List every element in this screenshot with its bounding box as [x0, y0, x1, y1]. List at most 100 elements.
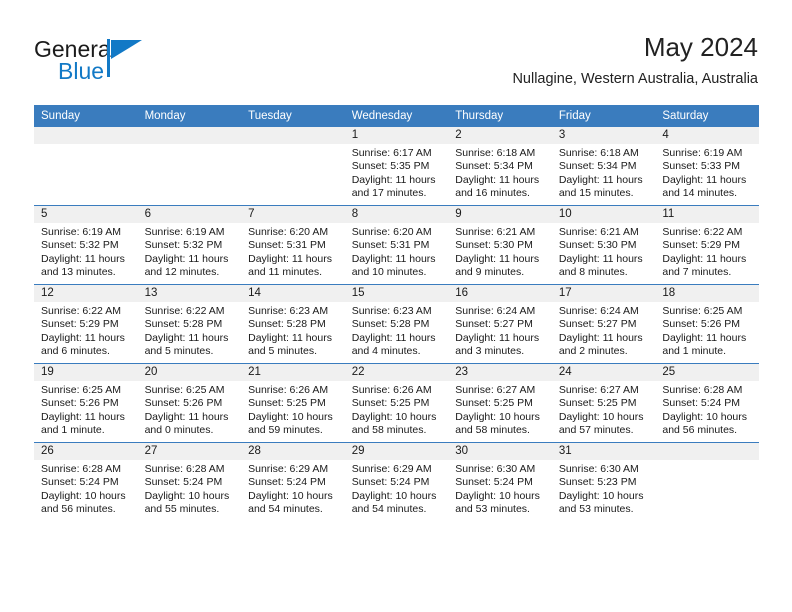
daylight-text-cont: and 55 minutes. [144, 503, 220, 516]
calendar-day-cell[interactable]: 19 Sunrise: 6:25 AM Sunset: 5:26 PM Dayligh… [34, 363, 138, 443]
day-details: Sunrise: 6:29 AM Sunset: 5:24 PM Daylight:… [241, 460, 345, 517]
daylight-text: Daylight: 11 hours [351, 331, 436, 344]
page-title: May 2024 [643, 32, 758, 62]
day-details: Sunrise: 6:20 AM Sunset: 5:31 PM Daylight:… [241, 223, 345, 280]
sunset-text: Sunset: 5:25 PM [248, 397, 326, 410]
calendar-day-cell[interactable]: 7 Sunrise: 6:20 AM Sunset: 5:31 PM Daylight… [241, 205, 345, 285]
daylight-text: Daylight: 11 hours [662, 252, 747, 265]
column-header-monday: Monday [137, 105, 242, 127]
sunset-text: Sunset: 5:27 PM [455, 318, 533, 331]
sunrise-text: Sunrise: 6:27 AM [558, 384, 639, 396]
sunrise-text: Sunrise: 6:26 AM [351, 384, 432, 396]
calendar-body: 1 Sunrise: 6:17 AM Sunset: 5:35 PM Daylight… [34, 127, 759, 521]
daylight-text: Daylight: 11 hours [248, 252, 332, 265]
sunset-text: Sunset: 5:28 PM [351, 318, 430, 331]
day-cell-inner: 31 Sunrise: 6:30 AM Sunset: 5:23 PM Dayligh… [551, 443, 656, 521]
daylight-text: Daylight: 11 hours [558, 331, 643, 344]
daylight-text-cont: and 58 minutes. [351, 424, 427, 437]
sunset-text: Sunset: 5:24 PM [662, 397, 741, 410]
calendar-day-cell[interactable]: 26 Sunrise: 6:28 AM Sunset: 5:24 PM Dayligh… [34, 442, 138, 521]
calendar-day-cell[interactable]: 18 Sunrise: 6:25 AM Sunset: 5:26 PM Dayligh… [655, 284, 759, 364]
day-cell-inner: 10 Sunrise: 6:21 AM Sunset: 5:30 PM Dayligh… [551, 206, 656, 284]
day-cell-inner: 7 Sunrise: 6:20 AM Sunset: 5:31 PM Daylight… [241, 206, 345, 284]
day-cell-inner: 14 Sunrise: 6:23 AM Sunset: 5:28 PM Dayligh… [241, 285, 345, 363]
daylight-text: Daylight: 11 hours [662, 331, 747, 344]
daylight-text-cont: and 0 minutes. [144, 424, 214, 437]
daylight-text: Daylight: 10 hours [558, 410, 644, 423]
daylight-text-cont: and 5 minutes. [144, 345, 214, 358]
daylight-text-cont: and 5 minutes. [248, 345, 318, 358]
sunrise-text: Sunrise: 6:29 AM [351, 463, 432, 475]
daylight-text: Daylight: 11 hours [558, 252, 643, 265]
calendar-week-row: 1 Sunrise: 6:17 AM Sunset: 5:35 PM Daylight… [34, 127, 759, 206]
calendar-day-cell[interactable]: 22 Sunrise: 6:26 AM Sunset: 5:25 PM Dayligh… [344, 363, 449, 443]
calendar-day-cell[interactable]: 1 Sunrise: 6:17 AM Sunset: 5:35 PM Daylight… [344, 127, 449, 206]
calendar-day-cell[interactable]: 12 Sunrise: 6:22 AM Sunset: 5:29 PM Dayligh… [34, 284, 138, 364]
day-cell-inner: 1 Sunrise: 6:17 AM Sunset: 5:35 PM Daylight… [344, 127, 449, 205]
day-number: 18 [655, 285, 759, 302]
calendar-day-cell[interactable]: 25 Sunrise: 6:28 AM Sunset: 5:24 PM Dayligh… [655, 363, 759, 443]
calendar-day-cell[interactable]: 8 Sunrise: 6:20 AM Sunset: 5:31 PM Daylight… [344, 205, 449, 285]
calendar-day-cell[interactable]: 9 Sunrise: 6:21 AM Sunset: 5:30 PM Daylight… [448, 205, 552, 285]
day-details: Sunrise: 6:18 AM Sunset: 5:34 PM Daylight:… [448, 144, 552, 201]
calendar-day-cell[interactable]: 6 Sunrise: 6:19 AM Sunset: 5:32 PM Daylight… [137, 205, 242, 285]
daylight-text: Daylight: 11 hours [662, 173, 747, 186]
daylight-text: Daylight: 11 hours [41, 252, 125, 265]
calendar-day-cell[interactable]: 2 Sunrise: 6:18 AM Sunset: 5:34 PM Daylight… [448, 127, 552, 206]
sunset-text: Sunset: 5:29 PM [662, 239, 741, 252]
day-number: 1 [344, 127, 449, 144]
calendar-day-cell[interactable]: 10 Sunrise: 6:21 AM Sunset: 5:30 PM Dayligh… [551, 205, 656, 285]
daylight-text-cont: and 1 minute. [41, 424, 105, 437]
daylight-text-cont: and 57 minutes. [558, 424, 634, 437]
calendar-day-cell[interactable]: 17 Sunrise: 6:24 AM Sunset: 5:27 PM Dayligh… [551, 284, 656, 364]
calendar-day-cell[interactable]: 23 Sunrise: 6:27 AM Sunset: 5:25 PM Dayligh… [448, 363, 552, 443]
daylight-text-cont: and 2 minutes. [558, 345, 628, 358]
calendar-day-cell[interactable]: 16 Sunrise: 6:24 AM Sunset: 5:27 PM Dayligh… [448, 284, 552, 364]
daylight-text-cont: and 17 minutes. [351, 187, 427, 200]
day-details: Sunrise: 6:30 AM Sunset: 5:24 PM Daylight:… [448, 460, 552, 517]
day-number: 2 [448, 127, 552, 144]
day-number: 21 [241, 364, 345, 381]
sunset-text: Sunset: 5:24 PM [144, 476, 223, 489]
brand-logo[interactable]: General Blue [34, 36, 254, 92]
calendar-day-cell[interactable]: 21 Sunrise: 6:26 AM Sunset: 5:25 PM Dayligh… [241, 363, 345, 443]
day-details: Sunrise: 6:19 AM Sunset: 5:33 PM Daylight:… [655, 144, 759, 201]
daylight-text: Daylight: 10 hours [248, 410, 333, 423]
calendar-day-cell[interactable]: 14 Sunrise: 6:23 AM Sunset: 5:28 PM Dayligh… [241, 284, 345, 364]
calendar-day-cell[interactable]: 29 Sunrise: 6:29 AM Sunset: 5:24 PM Dayligh… [344, 442, 449, 521]
daylight-text-cont: and 6 minutes. [41, 345, 110, 358]
calendar-day-cell[interactable]: 27 Sunrise: 6:28 AM Sunset: 5:24 PM Dayligh… [137, 442, 242, 521]
daylight-text-cont: and 53 minutes. [455, 503, 530, 516]
sunrise-text: Sunrise: 6:23 AM [248, 305, 329, 317]
sunrise-text: Sunrise: 6:18 AM [455, 147, 536, 159]
brand-bar-icon [107, 39, 110, 77]
sunrise-text: Sunrise: 6:20 AM [351, 226, 432, 238]
day-details: Sunrise: 6:20 AM Sunset: 5:31 PM Daylight:… [345, 223, 449, 280]
sunrise-text: Sunrise: 6:23 AM [351, 305, 432, 317]
calendar-day-cell[interactable]: 24 Sunrise: 6:27 AM Sunset: 5:25 PM Dayligh… [551, 363, 656, 443]
day-cell-inner: 20 Sunrise: 6:25 AM Sunset: 5:26 PM Dayligh… [137, 364, 242, 442]
calendar-day-cell[interactable]: 5 Sunrise: 6:19 AM Sunset: 5:32 PM Daylight… [34, 205, 138, 285]
sunset-text: Sunset: 5:24 PM [248, 476, 326, 489]
calendar-day-cell[interactable]: 30 Sunrise: 6:30 AM Sunset: 5:24 PM Dayligh… [448, 442, 552, 521]
calendar-day-cell[interactable]: 20 Sunrise: 6:25 AM Sunset: 5:26 PM Dayligh… [137, 363, 242, 443]
daylight-text-cont: and 7 minutes. [662, 266, 732, 279]
daylight-text-cont: and 59 minutes. [248, 424, 323, 437]
calendar-day-cell[interactable]: 11 Sunrise: 6:22 AM Sunset: 5:29 PM Dayligh… [655, 205, 759, 285]
day-details: Sunrise: 6:27 AM Sunset: 5:25 PM Daylight:… [552, 381, 656, 438]
calendar-day-cell[interactable]: 4 Sunrise: 6:19 AM Sunset: 5:33 PM Daylight… [655, 127, 759, 206]
daylight-text-cont: and 53 minutes. [558, 503, 634, 516]
calendar-day-cell[interactable]: 28 Sunrise: 6:29 AM Sunset: 5:24 PM Dayligh… [241, 442, 345, 521]
day-details: Sunrise: 6:29 AM Sunset: 5:24 PM Daylight:… [345, 460, 449, 517]
calendar-day-cell[interactable]: 31 Sunrise: 6:30 AM Sunset: 5:23 PM Dayligh… [551, 442, 656, 521]
day-number: 13 [137, 285, 242, 302]
sunset-text: Sunset: 5:30 PM [558, 239, 637, 252]
calendar-day-cell[interactable]: 13 Sunrise: 6:22 AM Sunset: 5:28 PM Dayligh… [137, 284, 242, 364]
sunset-text: Sunset: 5:24 PM [41, 476, 119, 489]
calendar-day-cell[interactable]: 15 Sunrise: 6:23 AM Sunset: 5:28 PM Dayligh… [344, 284, 449, 364]
day-number: 27 [137, 443, 242, 460]
calendar-day-cell[interactable]: 3 Sunrise: 6:18 AM Sunset: 5:34 PM Daylight… [551, 127, 656, 206]
day-cell-inner: 26 Sunrise: 6:28 AM Sunset: 5:24 PM Dayligh… [34, 443, 138, 521]
column-header-sunday: Sunday [34, 105, 138, 127]
day-number [241, 127, 345, 144]
